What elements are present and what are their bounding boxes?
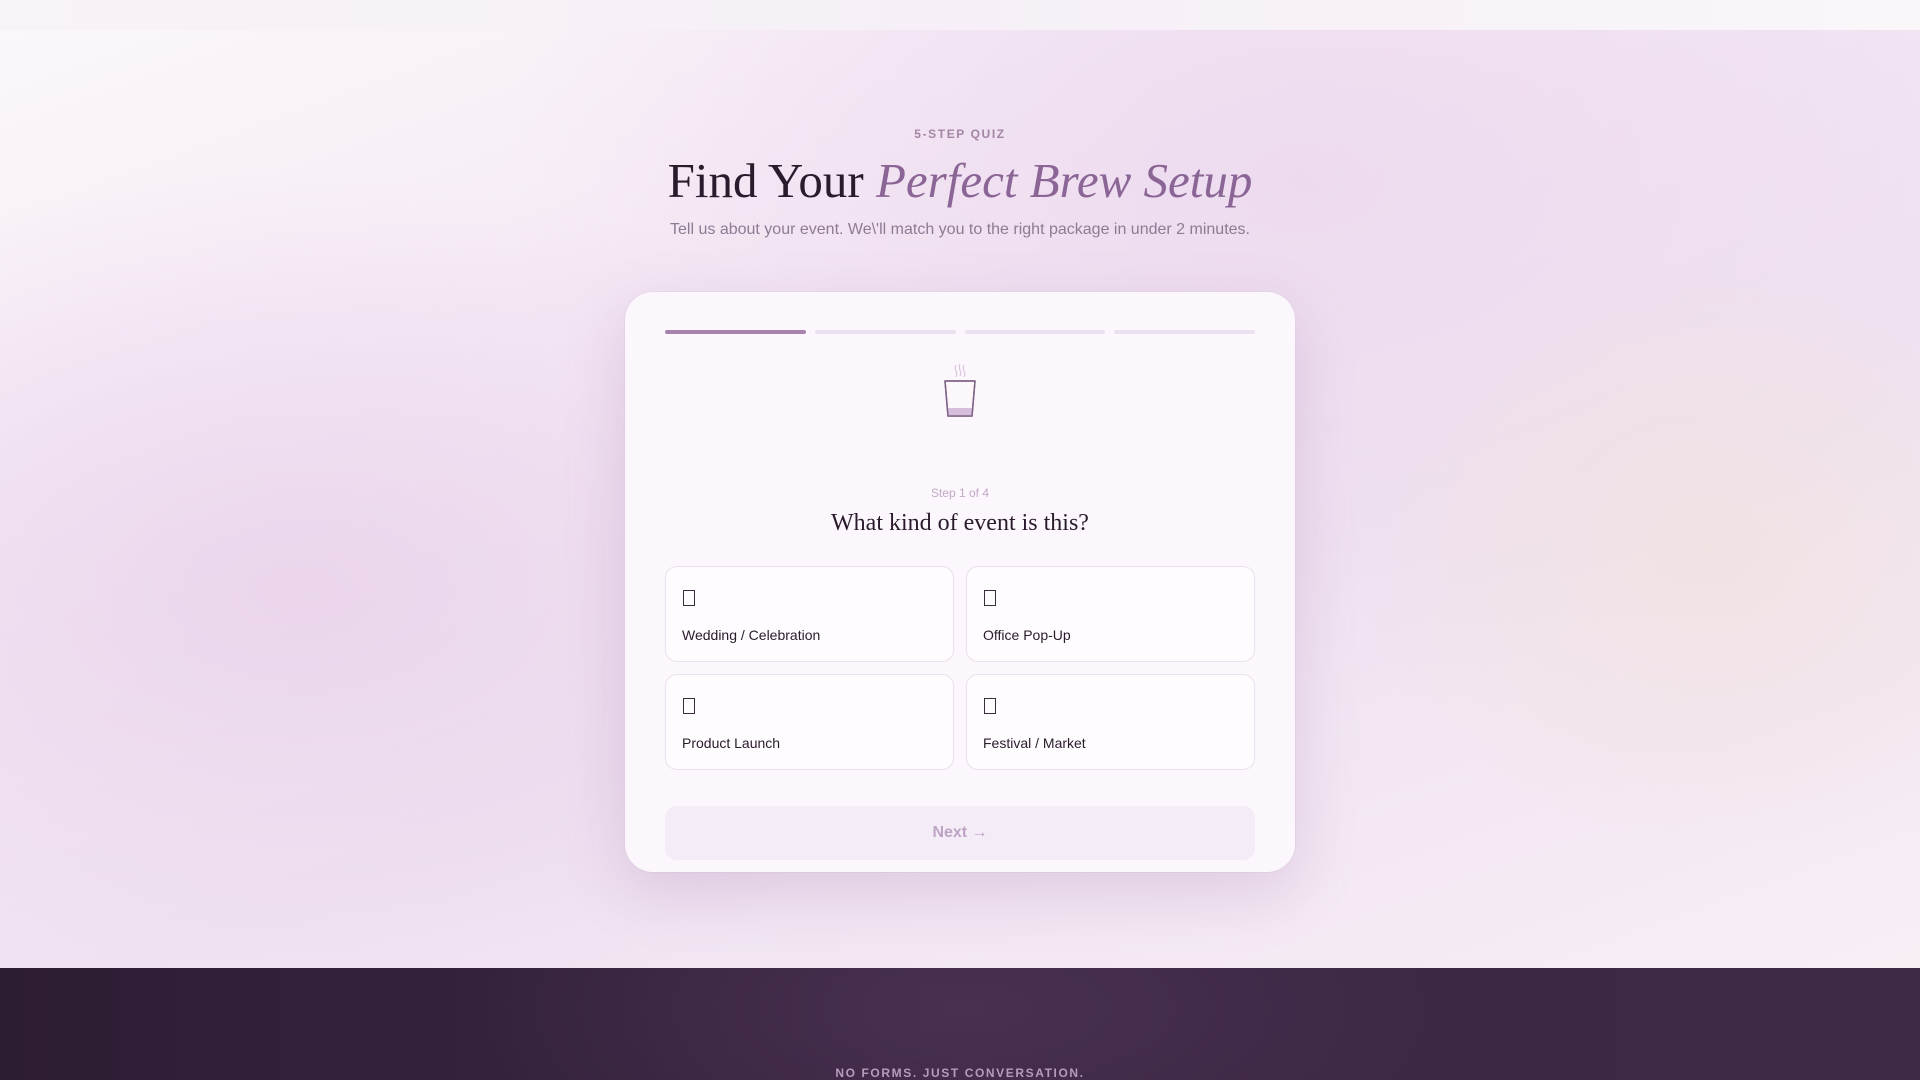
progress-segment-1 xyxy=(665,330,806,334)
missing-glyph-icon xyxy=(984,698,996,714)
top-strip xyxy=(0,0,1920,30)
missing-glyph-icon xyxy=(683,698,695,714)
options-grid: Wedding / Celebration Office Pop-Up Prod… xyxy=(665,566,1255,770)
progress-segment-2 xyxy=(814,330,956,334)
step-label: Step 1 of 4 xyxy=(930,486,990,500)
quiz-card: Step 1 of 4 What kind of event is this? … xyxy=(625,292,1295,872)
option-festival-market[interactable]: Festival / Market xyxy=(966,674,1255,770)
quiz-progress-bar xyxy=(665,330,1255,334)
option-label: Office Pop-Up xyxy=(983,627,1071,643)
option-product-launch[interactable]: Product Launch xyxy=(665,674,954,770)
page-title: Find Your Perfect Brew Setup xyxy=(0,152,1920,211)
progress-segment-4 xyxy=(1114,330,1255,334)
coffee-cup-icon xyxy=(944,363,976,417)
option-office-pop-up[interactable]: Office Pop-Up xyxy=(966,566,1255,662)
next-button[interactable]: Next → xyxy=(665,806,1255,860)
footer-eyebrow: NO FORMS. JUST CONVERSATION. xyxy=(835,1066,1085,1080)
footer-section: NO FORMS. JUST CONVERSATION. xyxy=(0,968,1920,1080)
coffee-cup-icon-wrap xyxy=(625,362,1295,423)
option-wedding-celebration[interactable]: Wedding / Celebration xyxy=(665,566,954,662)
option-label: Wedding / Celebration xyxy=(682,627,821,643)
question-title: What kind of event is this? xyxy=(831,510,1089,536)
option-label: Festival / Market xyxy=(983,735,1086,751)
missing-glyph-icon xyxy=(683,590,695,606)
progress-segment-3 xyxy=(964,330,1106,334)
page-subtitle: Tell us about your event. We\'ll match y… xyxy=(670,221,1250,238)
missing-glyph-icon xyxy=(984,590,996,606)
quiz-eyebrow: 5-STEP QUIZ xyxy=(914,127,1006,141)
hero-section: 5-STEP QUIZ Find Your Perfect Brew Setup… xyxy=(0,30,1920,968)
option-label: Product Launch xyxy=(682,735,781,751)
page-title-accent: Perfect Brew Setup xyxy=(875,153,1253,208)
page-title-plain: Find Your xyxy=(667,153,876,208)
